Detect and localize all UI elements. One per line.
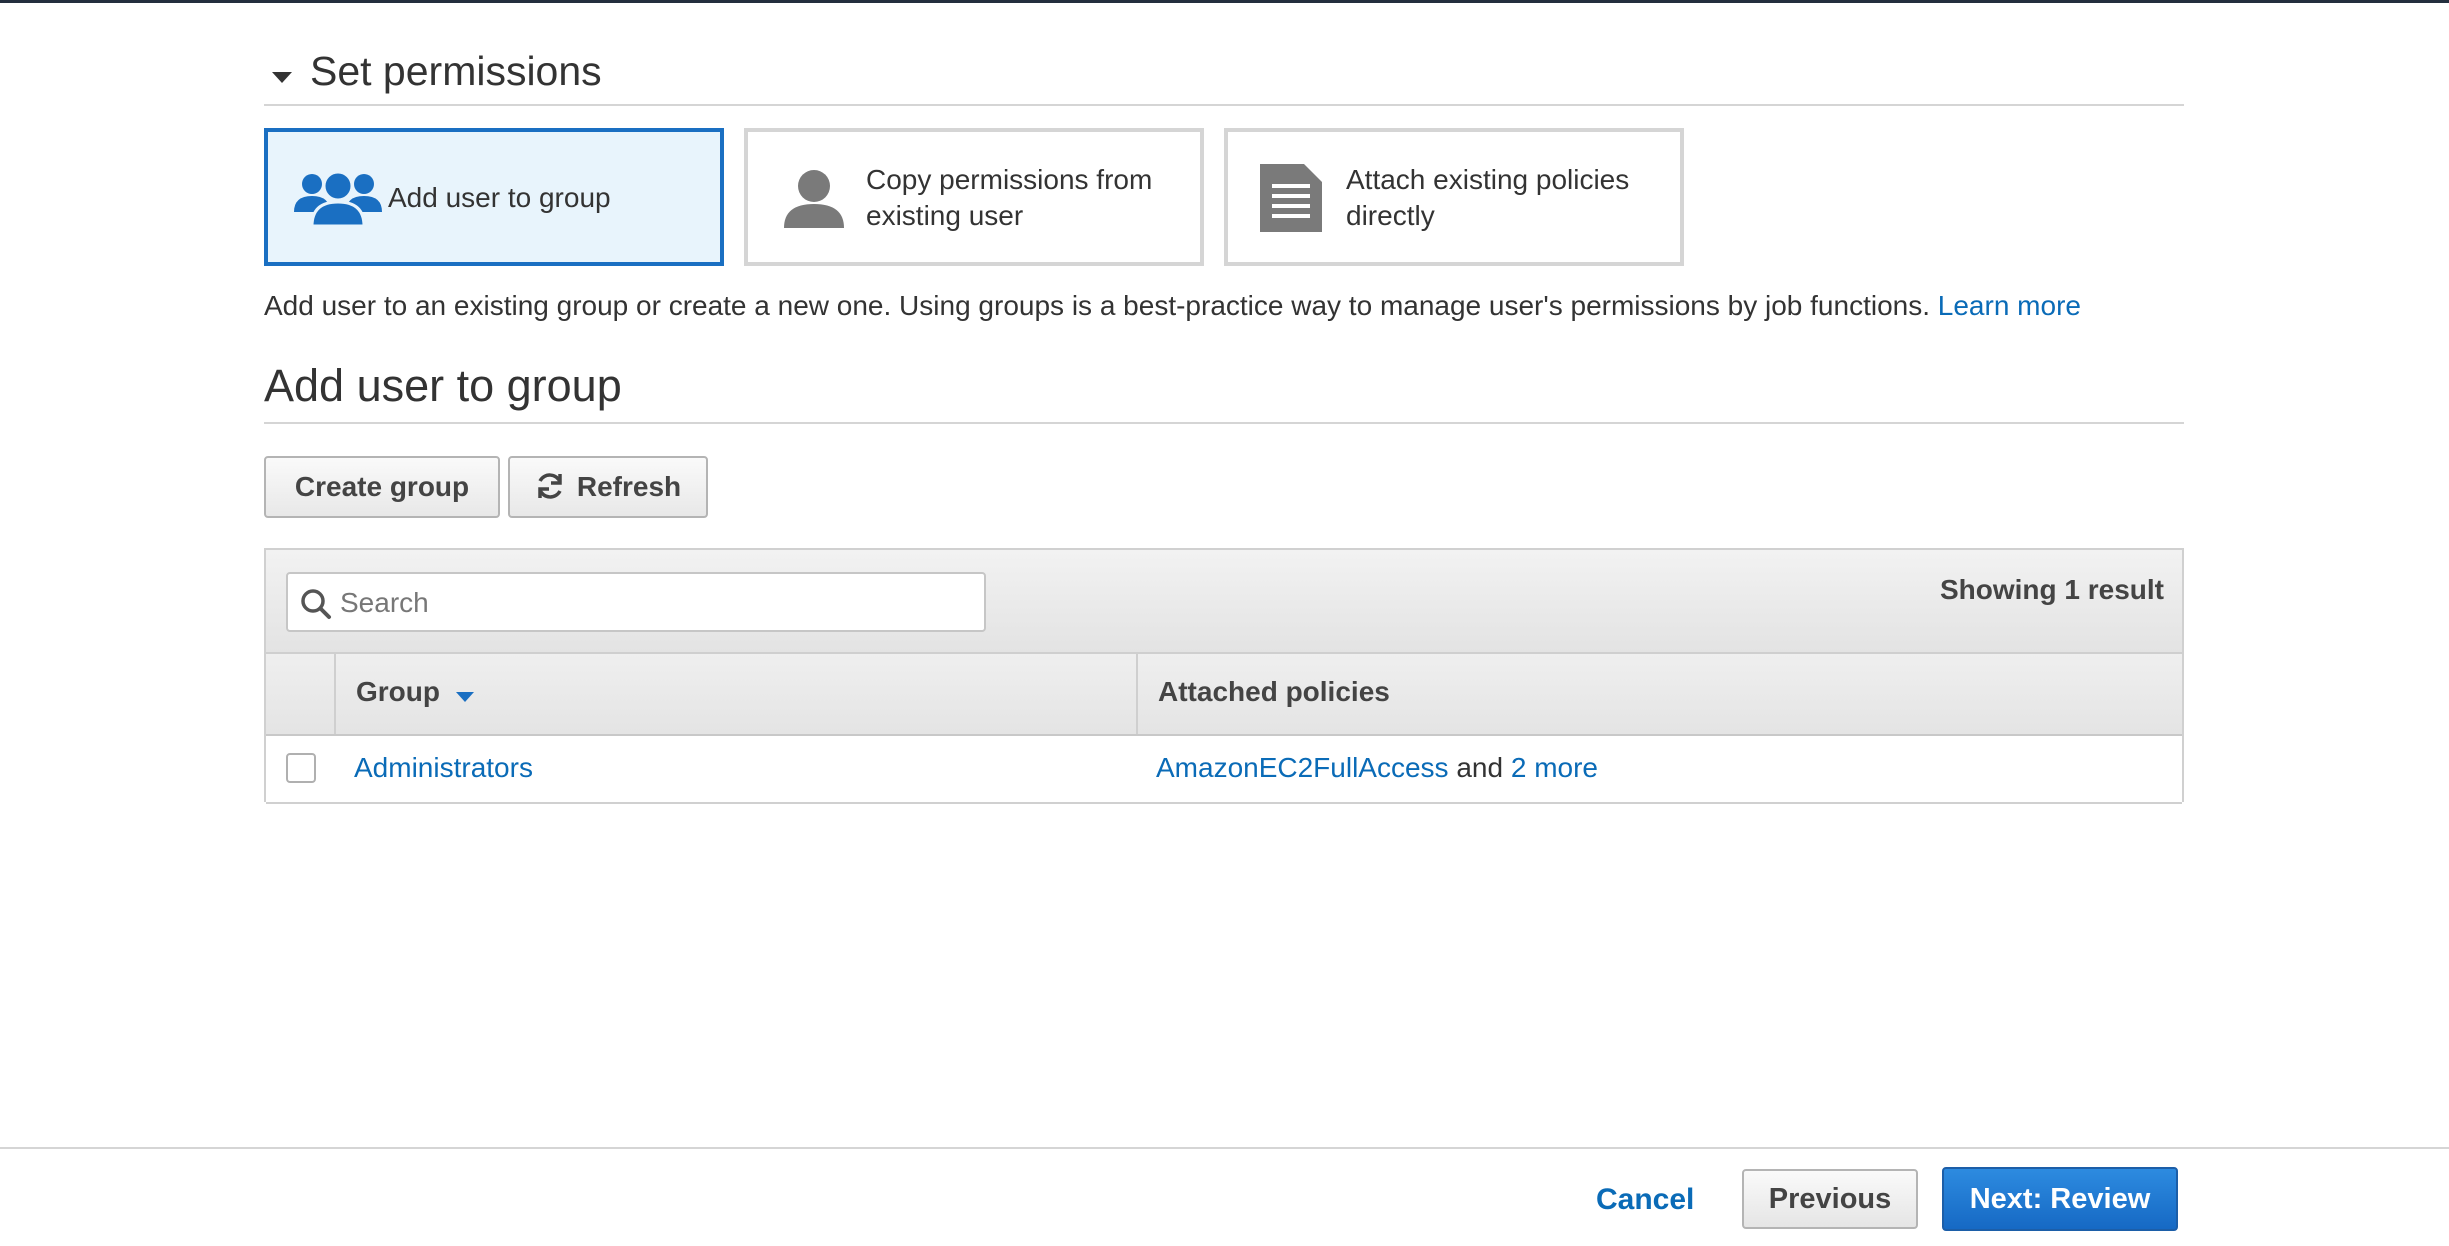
option-attach-policies[interactable]: Attach existing policies directly — [1224, 128, 1684, 266]
top-border — [0, 0, 2449, 3]
column-header-attached-policies[interactable]: Attached policies — [1158, 676, 1390, 708]
more-policies-link[interactable]: 2 more — [1511, 752, 1598, 783]
previous-button[interactable]: Previous — [1742, 1169, 1918, 1229]
cancel-link[interactable]: Cancel — [1596, 1183, 1694, 1217]
search-input[interactable] — [338, 582, 972, 624]
refresh-label: Refresh — [576, 471, 682, 502]
next-review-button[interactable]: Next: Review — [1942, 1167, 2178, 1231]
subsection-title: Add user to group — [264, 360, 622, 411]
policy-joiner: and — [1456, 752, 1504, 783]
attached-policies-cell: AmazonEC2FullAccess and 2 more — [1156, 752, 1598, 784]
table-header: Group Attached policies — [266, 654, 2182, 736]
option-add-user-to-group[interactable]: Add user to group — [264, 128, 724, 266]
set-permissions-header[interactable]: Set permissions — [264, 44, 2184, 106]
document-icon — [1260, 164, 1322, 237]
refresh-icon — [535, 471, 565, 508]
description-text: Add user to an existing group or create … — [264, 290, 1930, 321]
option-label: Attach existing policies directly — [1346, 164, 1630, 231]
group-link-administrators[interactable]: Administrators — [354, 752, 533, 784]
refresh-button[interactable]: Refresh — [508, 456, 708, 518]
description: Add user to an existing group or create … — [264, 290, 2184, 322]
learn-more-link[interactable]: Learn more — [1938, 290, 2081, 321]
search-icon — [300, 588, 332, 625]
option-copy-permissions[interactable]: Copy permissions from existing user — [744, 128, 1204, 266]
search-field[interactable] — [286, 572, 986, 632]
option-label: Add user to group — [388, 182, 611, 213]
row-checkbox[interactable] — [286, 753, 316, 783]
add-user-to-group-header: Add user to group — [264, 358, 2184, 424]
column-divider — [334, 654, 336, 734]
user-icon — [782, 168, 846, 233]
column-divider — [1136, 654, 1138, 734]
table-row: Administrators AmazonEC2FullAccess and 2… — [266, 736, 2182, 804]
create-group-button[interactable]: Create group — [264, 456, 500, 518]
sort-desc-icon[interactable] — [456, 692, 474, 702]
result-count: Showing 1 result — [1939, 574, 2164, 605]
option-label: Copy permissions from existing user — [866, 164, 1153, 231]
table-toolbar: Showing 1 result — [266, 550, 2182, 654]
wizard-footer: Cancel Previous Next: Review — [0, 1147, 2449, 1246]
policy-link[interactable]: AmazonEC2FullAccess — [1156, 752, 1449, 783]
section-title: Set permissions — [310, 48, 602, 94]
caret-down-icon[interactable] — [272, 72, 292, 83]
column-header-label: Group — [356, 676, 440, 707]
groups-table: Showing 1 result Group Attached policies… — [264, 548, 2184, 804]
users-group-icon — [292, 168, 384, 233]
